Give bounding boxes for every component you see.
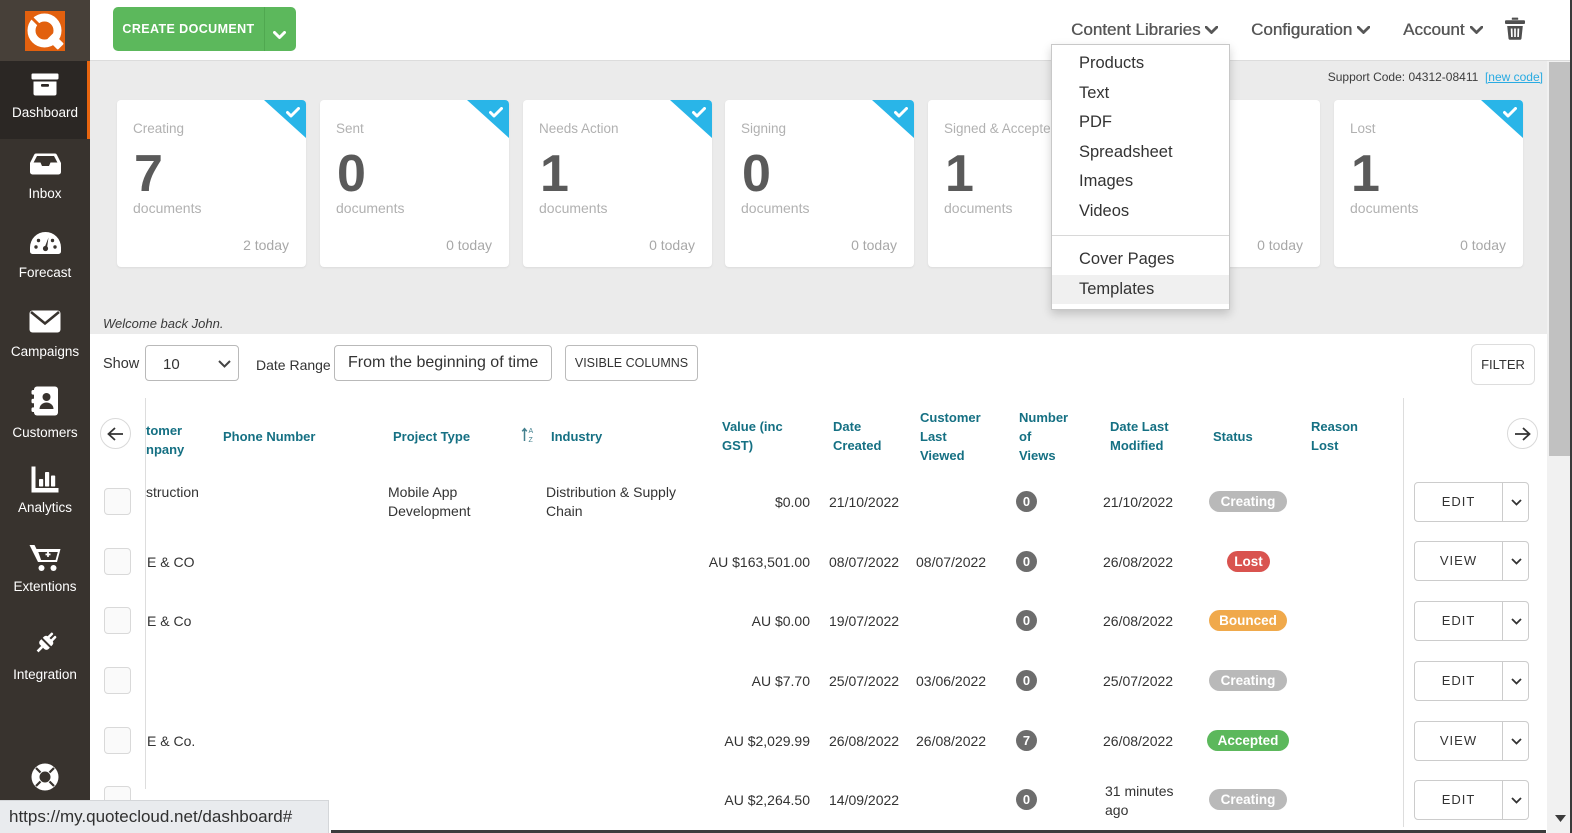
- svg-text:A: A: [529, 428, 534, 435]
- svg-text:Z: Z: [529, 437, 534, 443]
